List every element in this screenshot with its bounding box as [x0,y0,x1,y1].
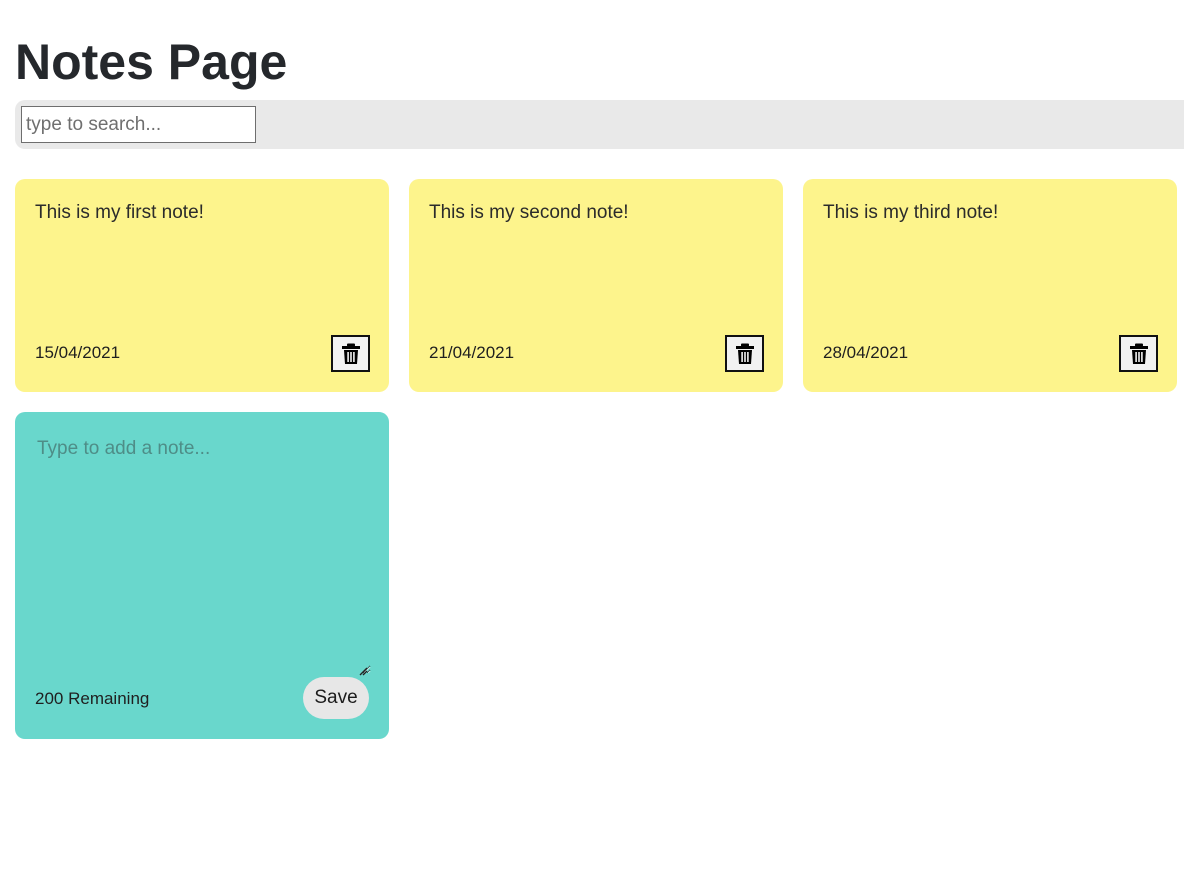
note-date: 28/04/2021 [823,343,909,362]
trash-icon [735,343,754,364]
trash-icon [1129,343,1148,364]
search-bar [15,100,1184,149]
note-card: This is my first note! 15/04/2021 [15,179,389,392]
save-button[interactable]: Save [303,677,369,719]
note-card: This is my second note! 21/04/2021 [409,179,783,392]
delete-note-button[interactable] [725,335,764,372]
note-text: This is my first note! [35,202,204,223]
trash-icon [341,343,360,364]
resize-grip-icon[interactable] [358,666,368,676]
search-input[interactable] [21,106,256,143]
note-date: 15/04/2021 [35,343,121,362]
note-text: This is my third note! [823,202,999,223]
new-note-textarea[interactable] [27,430,371,674]
remaining-characters: 200 Remaining [35,689,150,708]
delete-note-button[interactable] [1119,335,1158,372]
page-title: Notes Page [15,34,288,90]
note-text: This is my second note! [429,202,629,223]
delete-note-button[interactable] [331,335,370,372]
note-card: This is my third note! 28/04/2021 [803,179,1177,392]
note-date: 21/04/2021 [429,343,515,362]
new-note-card: 200 Remaining Save [15,412,389,739]
